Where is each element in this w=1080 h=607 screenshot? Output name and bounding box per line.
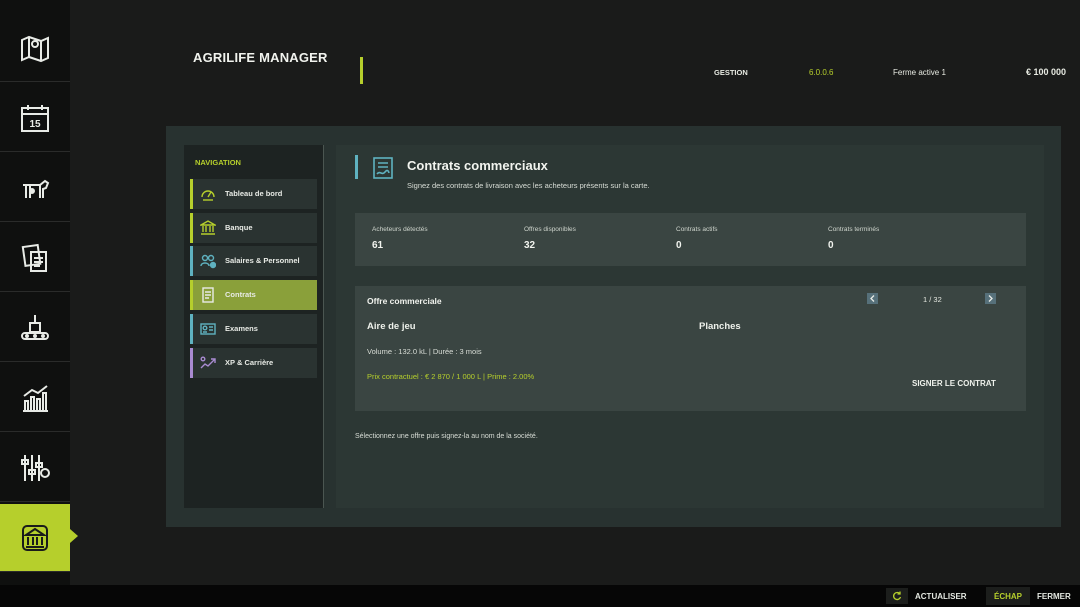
offer-buyer: Aire de jeu <box>367 321 416 332</box>
rail-item-map[interactable] <box>0 14 70 82</box>
nav-item-color-bar <box>190 179 193 209</box>
nav-item-label: XP & Carrière <box>225 358 274 367</box>
refresh-key-hint <box>886 588 908 604</box>
chevron-left-icon <box>870 295 875 302</box>
calendar-day: 15 <box>29 119 41 130</box>
nav-item-xp-career[interactable]: XP & Carrière <box>190 348 317 378</box>
nav-item-label: Tableau de bord <box>225 189 283 198</box>
bank-icon <box>200 220 216 235</box>
nav-item-color-bar <box>190 348 193 378</box>
offer-volume-duration: Volume : 132.0 kL | Durée : 3 mois <box>367 347 482 356</box>
chevron-right-icon <box>988 295 993 302</box>
statistics-icon <box>23 384 48 412</box>
nav-item-color-bar <box>190 213 193 243</box>
contract-icon <box>202 287 214 303</box>
previous-offer-button[interactable] <box>867 293 878 304</box>
rail-item-production[interactable] <box>0 294 70 362</box>
hint-text: Sélectionnez une offre puis signez-la au… <box>355 433 538 440</box>
livestock-icon <box>23 179 50 198</box>
nav-item-bank[interactable]: Banque <box>190 213 317 243</box>
header-money: € 100 000 <box>1025 67 1066 77</box>
escape-key-button[interactable]: ÉCHAP <box>986 587 1030 605</box>
nav-item-dashboard[interactable]: Tableau de bord <box>190 179 317 209</box>
app-title: AGRILIFE MANAGER <box>193 50 328 65</box>
exam-icon <box>200 323 216 335</box>
offer-product: Planches <box>699 321 741 332</box>
page-subtitle: Signez des contrats de livraison avec le… <box>407 181 650 190</box>
stat-label: Offres disponibles <box>524 226 576 233</box>
calendar-icon: 15 <box>21 104 49 132</box>
nav-heading: NAVIGATION <box>195 158 241 167</box>
nav-item-color-bar <box>190 314 193 344</box>
refresh-button[interactable]: ACTUALISER <box>915 592 967 601</box>
header-farm: Ferme active 1 <box>893 68 946 77</box>
stats-box: Acheteurs détectés 61 Offres disponibles… <box>355 213 1026 266</box>
active-rail-arrow-icon <box>70 529 78 543</box>
xp-career-icon <box>200 356 216 369</box>
offer-title: Offre commerciale <box>367 296 442 306</box>
stat-value: 0 <box>828 240 834 251</box>
stat-label: Acheteurs détectés <box>372 226 428 233</box>
content-accent-bar <box>355 155 358 179</box>
nav-item-staff[interactable]: Salaires & Personnel <box>190 246 317 276</box>
title-accent-bar <box>360 57 363 84</box>
agrilife-manager-icon <box>22 524 48 551</box>
offer-price-bonus: Prix contractuel : € 2 870 / 1 000 L | P… <box>367 372 535 381</box>
contract-document-icon <box>373 157 393 179</box>
stat-value: 0 <box>676 240 682 251</box>
nav-item-color-bar <box>190 280 193 310</box>
close-button[interactable]: FERMER <box>1037 592 1071 601</box>
rail-item-statistics[interactable] <box>0 364 70 432</box>
dashboard-gauge-icon <box>201 190 215 201</box>
nav-item-contracts[interactable]: Contrats <box>190 280 317 310</box>
production-icon <box>21 314 49 340</box>
stat-label: Contrats actifs <box>676 226 718 233</box>
documents-icon <box>21 243 47 272</box>
side-rail: 15 <box>0 0 70 585</box>
page-title: Contrats commerciaux <box>407 158 548 173</box>
rail-item-livestock[interactable] <box>0 154 70 222</box>
nav-item-label: Contrats <box>225 290 256 299</box>
nav-item-label: Banque <box>225 223 253 232</box>
nav-item-color-bar <box>190 246 193 276</box>
nav-item-exams[interactable]: Examens <box>190 314 317 344</box>
rail-item-settings[interactable] <box>0 434 70 502</box>
stat-value: 61 <box>372 240 384 251</box>
map-icon <box>21 35 49 62</box>
refresh-icon <box>893 591 902 601</box>
nav-item-label: Examens <box>225 324 258 333</box>
staff-icon <box>200 254 216 269</box>
stat-value: 32 <box>524 240 536 251</box>
settings-sliders-icon <box>21 454 50 481</box>
nav-item-label: Salaires & Personnel <box>225 256 300 265</box>
offer-pager: 1 / 32 <box>923 295 942 304</box>
sign-contract-button[interactable]: SIGNER LE CONTRAT <box>912 379 996 388</box>
rail-item-documents[interactable] <box>0 224 70 292</box>
rail-item-calendar[interactable]: 15 <box>0 84 70 152</box>
header-version: 6.0.0.6 <box>809 68 834 77</box>
header-section: GESTION <box>714 68 748 77</box>
stat-label: Contrats terminés <box>828 226 880 233</box>
next-offer-button[interactable] <box>985 293 996 304</box>
rail-item-agrilife-manager[interactable] <box>0 504 70 572</box>
